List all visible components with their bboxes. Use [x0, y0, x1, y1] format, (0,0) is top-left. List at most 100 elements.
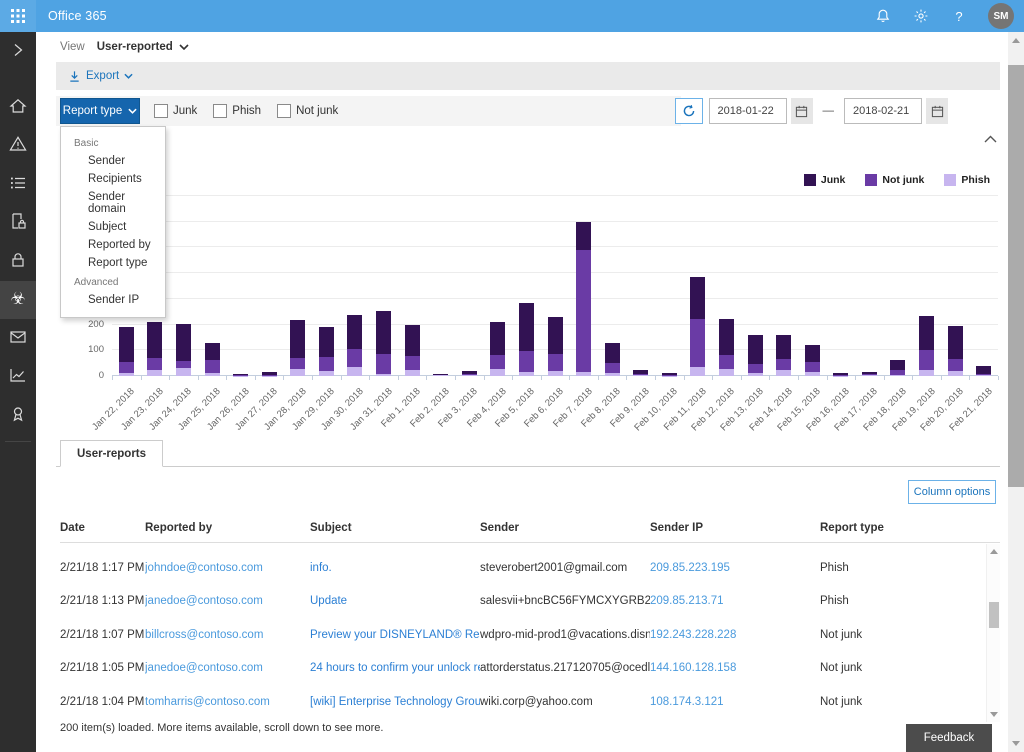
scroll-up-icon[interactable] — [1012, 38, 1020, 43]
column-options-button[interactable]: Column options — [908, 480, 996, 504]
checkbox-box[interactable] — [213, 104, 227, 118]
scroll-down-icon[interactable] — [1012, 741, 1020, 746]
cell-subject[interactable]: Update — [310, 595, 480, 607]
bar-segment-not-junk — [490, 355, 505, 369]
report-type-dropdown-button[interactable]: Report type — [60, 98, 140, 124]
menu-item-report-type[interactable]: Report type — [61, 254, 165, 272]
sidebar-item-reports[interactable] — [0, 358, 36, 397]
scroll-down-icon[interactable] — [990, 712, 998, 717]
bar-feb-20-2018 — [948, 326, 963, 376]
legend-item-phish[interactable]: Phish — [944, 174, 990, 186]
cell-sender-ip[interactable]: 209.85.223.195 — [650, 562, 820, 574]
avatar[interactable]: SM — [988, 3, 1014, 29]
checkbox-box[interactable] — [277, 104, 291, 118]
menu-item-subject[interactable]: Subject — [61, 218, 165, 236]
calendar-icon[interactable] — [926, 98, 948, 124]
scroll-up-icon[interactable] — [990, 549, 998, 554]
menu-item-recipients[interactable]: Recipients — [61, 170, 165, 188]
table-scrollbar-thumb[interactable] — [989, 602, 999, 628]
legend-swatch — [944, 174, 956, 186]
bar-feb-7-2018 — [576, 222, 591, 376]
page-scrollbar-thumb[interactable] — [1008, 65, 1024, 487]
table-row[interactable]: 2/21/18 1:04 PMtomharris@contoso.com[wik… — [60, 685, 985, 719]
sidebar-item-threat-management[interactable]: ☣ — [0, 281, 36, 320]
cell-subject[interactable]: Preview your DISNEYLAND® Resort p... — [310, 629, 480, 641]
bar-segment-not-junk — [405, 356, 420, 370]
sidebar-item-data-loss-prevention[interactable] — [0, 204, 36, 243]
cell-reported-by[interactable]: johndoe@contoso.com — [145, 562, 310, 574]
calendar-icon[interactable] — [791, 98, 813, 124]
table-row[interactable]: 2/21/18 1:07 PMbillcross@contoso.comPrev… — [60, 618, 985, 652]
checkbox-junk: Junk — [154, 104, 197, 118]
cell-reported-by[interactable]: tomharris@contoso.com — [145, 696, 310, 708]
sidebar-item-alerts[interactable] — [0, 127, 36, 166]
x-tick — [712, 376, 713, 380]
column-header-date: Date — [60, 522, 145, 534]
cell-sender-ip[interactable]: 192.243.228.228 — [650, 629, 820, 641]
menu-item-reported-by[interactable]: Reported by — [61, 236, 165, 254]
table-row[interactable]: 2/21/18 1:13 PMjanedoe@contoso.comUpdate… — [60, 585, 985, 619]
table-row[interactable]: 2/21/18 1:05 PMjanedoe@contoso.com24 hou… — [60, 652, 985, 686]
range-separator: — — [821, 105, 837, 117]
bar-segment-phish — [576, 372, 591, 376]
sidebar-item-mail-flow[interactable] — [0, 319, 36, 358]
cell-reported-by[interactable]: billcross@contoso.com — [145, 629, 310, 641]
cell-sender-ip[interactable]: 209.85.213.71 — [650, 595, 820, 607]
table-scrollbar[interactable] — [986, 544, 1000, 722]
sidebar-item-service-assurance[interactable] — [0, 396, 36, 435]
cell-subject[interactable]: [wiki] Enterprise Technology Group >... — [310, 696, 480, 708]
checkbox-box[interactable] — [154, 104, 168, 118]
bar-jan-26-2018 — [233, 374, 248, 376]
bar-jan-23-2018 — [147, 322, 162, 376]
bar-segment-junk — [176, 324, 191, 361]
collapse-chart-icon[interactable] — [984, 134, 1000, 146]
bar-feb-2-2018 — [433, 374, 448, 376]
cell-sender: wiki.corp@yahoo.com — [480, 696, 650, 708]
sidebar-item-data-governance[interactable] — [0, 242, 36, 281]
bar-segment-phish — [919, 370, 934, 376]
cell-sender-ip[interactable]: 108.174.3.121 — [650, 696, 820, 708]
feedback-button[interactable]: Feedback — [906, 724, 992, 752]
refresh-icon[interactable] — [675, 98, 703, 124]
x-tick — [655, 376, 656, 380]
view-selector[interactable]: User-reported — [97, 41, 189, 53]
notifications-bell-icon[interactable] — [874, 7, 892, 25]
cell-subject[interactable]: 24 hours to confirm your unlock requ... — [310, 662, 480, 674]
sidebar-item-home[interactable] — [0, 88, 36, 127]
help-icon[interactable]: ? — [950, 7, 968, 25]
page-scrollbar[interactable] — [1008, 32, 1024, 752]
date-to-input[interactable] — [844, 98, 922, 124]
menu-item-sender-domain[interactable]: Sender domain — [61, 188, 165, 218]
bar-segment-not-junk — [576, 250, 591, 372]
settings-gear-icon[interactable] — [912, 7, 930, 25]
export-label: Export — [86, 70, 119, 82]
menu-item-sender[interactable]: Sender — [61, 152, 165, 170]
bar-feb-9-2018 — [633, 370, 648, 376]
bar-segment-phish — [319, 371, 334, 376]
legend-item-junk[interactable]: Junk — [804, 174, 846, 186]
table-row[interactable]: 2/21/18 1:17 PMjohndoe@contoso.cominfo.s… — [60, 551, 985, 585]
bar-segment-not-junk — [319, 357, 334, 371]
bar-segment-phish — [833, 376, 848, 377]
checkbox-phish: Phish — [213, 104, 261, 118]
menu-item-sender-ip[interactable]: Sender IP — [61, 291, 165, 309]
cell-sender-ip[interactable]: 144.160.128.158 — [650, 662, 820, 674]
chevron-down-icon — [124, 73, 133, 79]
cell-reported-by[interactable]: janedoe@contoso.com — [145, 662, 310, 674]
menu-group-header: Basic — [61, 133, 165, 152]
sidebar-item-classifications[interactable] — [0, 165, 36, 204]
cell-report-type: Not junk — [820, 696, 985, 708]
sidebar-item-expand-nav[interactable] — [0, 32, 36, 70]
cell-subject[interactable]: info. — [310, 562, 480, 574]
date-from-input[interactable] — [709, 98, 787, 124]
tab-user-reports[interactable]: User-reports — [60, 440, 163, 467]
legend-item-not-junk[interactable]: Not junk — [865, 174, 924, 186]
warning-icon — [9, 135, 27, 156]
bar-segment-phish — [147, 370, 162, 376]
legend-label: Phish — [961, 174, 990, 186]
cell-reported-by[interactable]: janedoe@contoso.com — [145, 595, 310, 607]
bar-feb-5-2018 — [519, 303, 534, 376]
export-button[interactable]: Export — [68, 70, 133, 83]
app-launcher-icon[interactable] — [0, 0, 36, 32]
table-header: DateReported bySubjectSenderSender IPRep… — [60, 514, 985, 542]
